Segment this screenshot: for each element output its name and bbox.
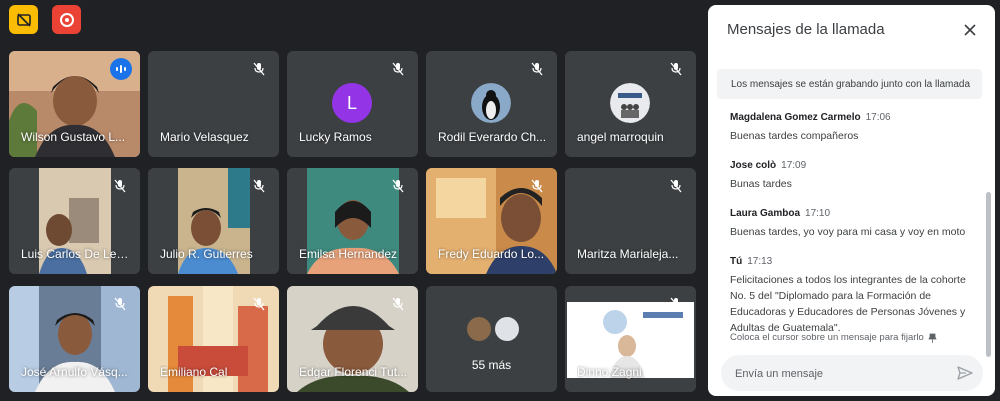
participant-tile[interactable]: Mario Velasquez [148,51,279,157]
participant-tile[interactable]: angel marroquin [565,51,696,157]
participant-tile[interactable]: Julio R. Gutierres [148,168,279,274]
close-icon [964,24,976,36]
message-time: 17:10 [805,208,831,219]
mic-off-icon [666,294,686,314]
participant-tile[interactable]: Dinno Zagni [565,286,696,392]
participant-name: Fredy Eduardo Lo... [438,247,545,261]
mic-off-icon [249,176,269,196]
avatar [471,83,511,123]
participant-name: Maritza Marialeja... [577,247,679,261]
send-button[interactable] [955,363,975,383]
message-author: Magdalena Gomez Carmelo [730,112,861,123]
participant-tile[interactable]: Wilson Gustavo L... [9,51,140,157]
message-text: Buenas tardes compañeros [730,130,859,142]
avatar: L [332,83,372,123]
mic-off-icon [527,59,547,79]
mic-off-icon [666,176,686,196]
recording-button[interactable] [52,5,81,34]
participant-name: Luis Carlos De Leo... [21,247,130,261]
participant-name: Emiliano Cal [160,365,228,379]
pin-icon [928,333,937,343]
message-author: Laura Gamboa [730,208,801,219]
more-participants-tile[interactable]: 55 más [426,286,557,392]
chat-message: Laura Gamboa 17:10 Buenas tardes, yo voy … [730,208,975,240]
chat-message: Jose colò 17:09 Bunas tardes [730,160,975,192]
participant-tile[interactable]: Maritza Marialeja... [565,168,696,274]
message-author: Jose colò [730,160,777,171]
send-icon [957,366,973,380]
recording-notice: Los mensajes se están grabando junto con… [717,69,982,99]
participant-tile[interactable]: Emilsa Hernandez [287,168,418,274]
participant-tile[interactable]: Emiliano Cal [148,286,279,392]
participant-name: Mario Velasquez [160,130,249,144]
more-participants-count: 55 más [471,358,512,372]
message-input[interactable] [733,361,947,387]
message-text: Bunas tardes [730,178,792,190]
mic-off-icon [110,176,130,196]
participant-tile[interactable]: Fredy Eduardo Lo... [426,168,557,274]
more-participants-avatars [467,317,519,341]
participant-tile[interactable]: Edgar Florenci Tut... [287,286,418,392]
pin-hint-text: Coloca el cursor sobre un mensaje para f… [730,332,924,343]
participant-name: José Arnulfo Vásq... [21,365,128,379]
captions-off-button[interactable] [9,5,38,34]
avatar [495,317,519,341]
message-time: 17:13 [747,256,773,267]
mic-off-icon [110,294,130,314]
participant-name: Emilsa Hernandez [299,247,398,261]
participant-tile[interactable]: José Arnulfo Vásq... [9,286,140,392]
chat-panel-title: Mensajes de la llamada [727,21,885,38]
mic-off-icon [388,294,408,314]
recording-icon [59,12,74,27]
participant-name: Edgar Florenci Tut... [299,365,408,379]
mic-off-icon [388,176,408,196]
close-chat-button[interactable] [959,19,981,41]
mic-off-icon [249,59,269,79]
mic-off-icon [388,59,408,79]
chat-panel: Mensajes de la llamada Los mensajes se e… [708,5,995,396]
participant-grid: Wilson Gustavo L... Mario Velasquez L Lu… [9,51,697,395]
participant-tile[interactable]: Rodil Everardo Ch... [426,51,557,157]
participant-name: Lucky Ramos [299,130,372,144]
participant-tile[interactable]: L Lucky Ramos [287,51,418,157]
avatar [610,83,650,123]
message-list: Magdalena Gomez Carmelo 17:06 Buenas tard… [730,112,975,352]
mic-off-icon [249,294,269,314]
participant-tile[interactable]: Luis Carlos De Leo... [9,168,140,274]
chat-message: Tú 17:13 Felicitaciones a todos los integ… [730,256,975,336]
participant-name: Rodil Everardo Ch... [438,130,547,144]
message-author: Tú [730,256,743,267]
message-time: 17:09 [781,160,807,171]
message-text: Buenas tardes, yo voy para mi casa y voy… [730,226,966,238]
participant-name: Julio R. Gutierres [160,247,253,261]
captions-off-icon [16,12,31,27]
message-time: 17:06 [865,112,891,123]
message-text: Felicitaciones a todos los integrantes d… [730,274,966,334]
mic-off-icon [527,176,547,196]
mic-off-icon [666,59,686,79]
chat-scrollbar[interactable] [986,192,991,357]
avatar [467,317,491,341]
participant-name: Dinno Zagni [577,365,642,379]
pin-hint: Coloca el cursor sobre un mensaje para f… [730,332,937,343]
speaking-indicator-icon [110,58,132,80]
chat-message: Magdalena Gomez Carmelo 17:06 Buenas tard… [730,112,975,144]
message-compose [721,355,983,391]
participant-name: Wilson Gustavo L... [21,130,126,144]
participant-name: angel marroquin [577,130,664,144]
